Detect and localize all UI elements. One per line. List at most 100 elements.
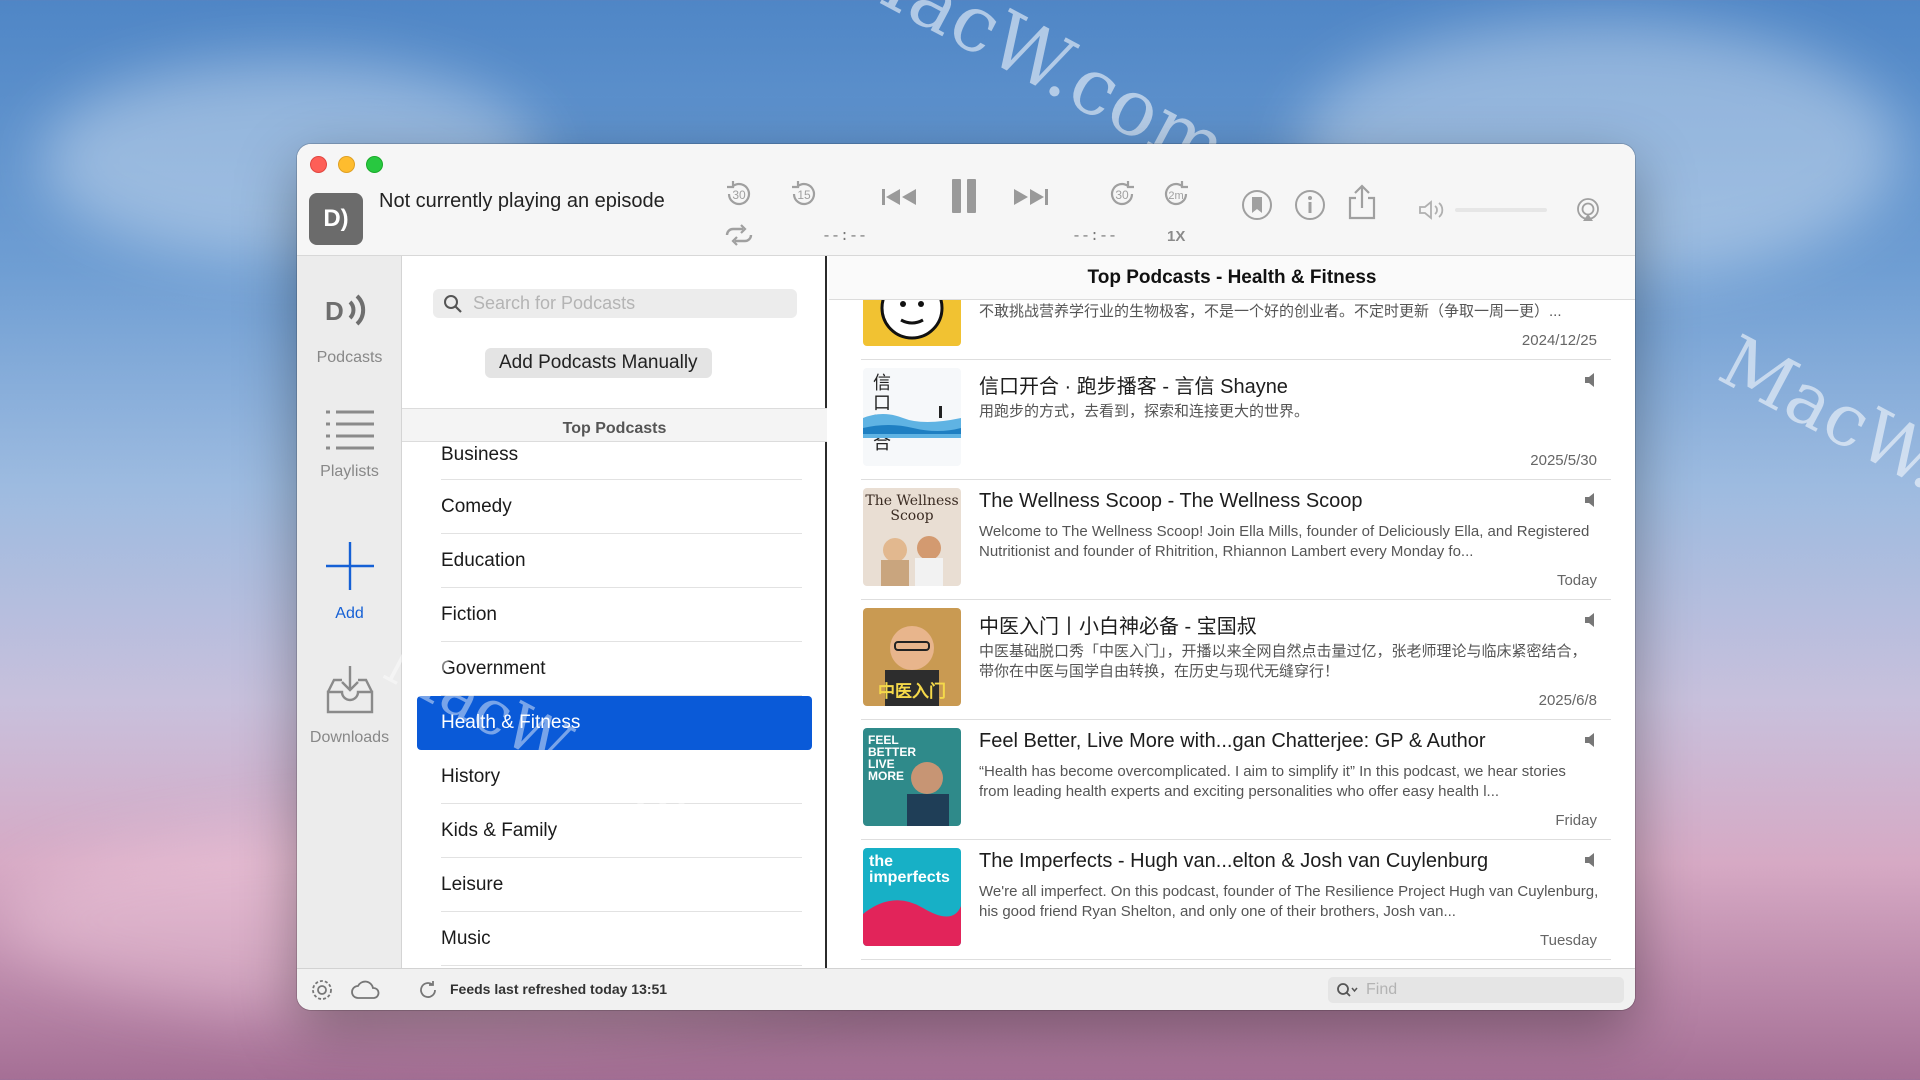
maximize-window-button[interactable] <box>366 156 383 173</box>
search-icon <box>444 294 462 313</box>
plus-icon <box>325 542 374 590</box>
preview-speaker-icon[interactable] <box>1583 612 1599 633</box>
feeds-refresh-status: Feeds last refreshed today 13:51 <box>450 981 668 997</box>
search-icon <box>1337 983 1358 997</box>
results-title: Top Podcasts - Health & Fitness <box>829 256 1635 300</box>
podcast-list: 我是宋卅京，欢迎来到我的播客。一个热衷于改变世界的主播，不是一个好的产品经理。一… <box>861 300 1611 968</box>
pause-icon <box>952 179 976 213</box>
podcast-row[interactable]: 信口开合 信口开合 · 跑步播客 - 言信 Shayne 用跑步的方式，去看到，… <box>861 360 1611 480</box>
podcast-artwork: The Wellness Scoop <box>863 488 961 586</box>
podcast-description: “Health has become overcomplicated. I ai… <box>979 763 1566 800</box>
skip-forward-30-button[interactable]: 30 <box>1104 176 1140 212</box>
podcast-title: 中医入门丨小白神必备 - 宝国叔 <box>979 616 1257 638</box>
cloud-icon <box>351 980 380 999</box>
info-button[interactable] <box>1293 188 1327 222</box>
category-item[interactable]: Music <box>417 912 812 966</box>
find-field[interactable] <box>1328 977 1624 1003</box>
category-item[interactable]: Fiction <box>417 588 812 642</box>
category-item[interactable]: Business <box>417 442 812 480</box>
sidebar-item-playlists[interactable]: Playlists <box>297 406 402 481</box>
podcast-row[interactable]: The Wellness Scoop The Wellness Scoop - … <box>861 480 1611 600</box>
category-item[interactable]: Comedy <box>417 480 812 534</box>
sidebar: D Podcasts Playlists Add Downloads <box>297 256 402 968</box>
search-input[interactable] <box>473 293 773 314</box>
podcast-row[interactable]: FEEL BETTER LIVE MORE Feel Better, Live … <box>861 720 1611 840</box>
category-pane: Add Podcasts Manually Top Podcasts Busin… <box>402 256 827 968</box>
bookmark-button[interactable] <box>1240 188 1274 222</box>
cloud-sync-button[interactable] <box>349 977 383 1003</box>
now-playing-label: Not currently playing an episode <box>379 190 665 212</box>
remaining-time: --:-- <box>1072 228 1118 245</box>
podcast-row[interactable]: 中医入门 中医入门丨小白神必备 - 宝国叔 中医基础脱口秀「中医入门」，开播以来… <box>861 600 1611 720</box>
preview-speaker-icon[interactable] <box>1583 372 1599 393</box>
refresh-button[interactable] <box>415 977 441 1003</box>
gear-icon <box>312 980 332 1000</box>
preview-speaker-icon[interactable] <box>1583 732 1599 753</box>
refresh-icon <box>420 981 436 998</box>
previous-button[interactable] <box>879 182 919 212</box>
skip-back-15-icon: 15 <box>792 181 816 206</box>
podcast-row[interactable]: the imperfects The Imperfects - Hugh van… <box>861 840 1611 960</box>
find-input[interactable] <box>1366 981 1606 999</box>
sidebar-item-label: Playlists <box>320 463 379 480</box>
preview-speaker-icon[interactable] <box>1583 852 1599 873</box>
skip-forward-2m-button[interactable]: 2m <box>1158 176 1194 212</box>
podcast-artwork: 信口开合 <box>863 368 961 466</box>
volume-icon <box>1417 198 1449 222</box>
elapsed-time: --:-- <box>822 228 868 245</box>
podcast-date: Friday <box>1555 812 1597 829</box>
skip-back-15-text: 15 <box>797 188 811 202</box>
app-icon-text: D) <box>323 205 349 232</box>
sidebar-item-add[interactable]: Add <box>297 538 402 623</box>
sidebar-item-label: Add <box>335 605 364 622</box>
podcast-title: Feel Better, Live More with...gan Chatte… <box>979 730 1486 752</box>
downloads-icon <box>326 666 373 714</box>
sidebar-item-label: Downloads <box>309 729 390 746</box>
skip-back-15-button[interactable]: 15 <box>786 176 822 212</box>
skip-back-30-icon: 30 <box>727 181 751 206</box>
volume-slider[interactable] <box>1455 208 1547 212</box>
pause-button[interactable] <box>947 174 981 218</box>
bookmark-icon <box>1242 190 1272 220</box>
podcast-date: 2024/12/25 <box>1521 332 1597 349</box>
list-icon <box>325 410 374 450</box>
repeat-button[interactable] <box>721 222 757 248</box>
airplay-icon <box>1577 198 1599 221</box>
skip-forward-2m-text: 2m <box>1168 190 1183 202</box>
podcast-title: 信口开合 · 跑步播客 - 言信 Shayne <box>979 376 1288 398</box>
player-toolbar: D) Not currently playing an episode 30 1… <box>297 144 1635 256</box>
podcast-title: The Imperfects - Hugh van...elton & Josh… <box>979 850 1489 872</box>
category-item[interactable]: Leisure <box>417 858 812 912</box>
watermark: MacW.c <box>1706 318 1920 526</box>
minimize-window-button[interactable] <box>338 156 355 173</box>
podcast-search[interactable] <box>433 289 797 318</box>
skip-forward-2m-icon: 2m <box>1164 181 1188 206</box>
share-button[interactable] <box>1345 182 1379 222</box>
preview-speaker-icon[interactable] <box>1583 492 1599 513</box>
section-header: Top Podcasts <box>402 408 827 442</box>
podcast-date: 2025/5/30 <box>1530 452 1597 469</box>
skip-back-30-button[interactable]: 30 <box>721 176 757 212</box>
podcast-date: Today <box>1556 572 1597 589</box>
podcast-title: The Wellness Scoop - The Wellness Scoop <box>979 490 1363 512</box>
playback-speed[interactable]: 1X <box>1167 228 1185 245</box>
settings-button[interactable] <box>309 977 335 1003</box>
skip-back-30-text: 30 <box>732 188 746 202</box>
next-icon <box>1014 189 1048 205</box>
status-bar: Feeds last refreshed today 13:51 <box>297 968 1635 1010</box>
podcast-description: 中医基础脱口秀「中医入门」，开播以来全网自然点击量过亿，张老师理论与临床紧密结合… <box>979 643 1587 680</box>
svg-text:D: D <box>325 296 344 326</box>
previous-icon <box>882 189 916 205</box>
podcast-row[interactable]: 我是宋卅京，欢迎来到我的播客。一个热衷于改变世界的主播，不是一个好的产品经理。一… <box>861 300 1611 360</box>
podcast-description: We're all imperfect. On this podcast, fo… <box>979 883 1599 920</box>
category-item[interactable]: Education <box>417 534 812 588</box>
podcast-artwork-placeholder: D) <box>309 193 363 245</box>
app-window: D) Not currently playing an episode 30 1… <box>297 144 1635 1010</box>
next-button[interactable] <box>1011 182 1051 212</box>
close-window-button[interactable] <box>310 156 327 173</box>
airplay-button[interactable] <box>1574 196 1602 224</box>
sidebar-item-podcasts[interactable]: D Podcasts <box>297 282 402 367</box>
add-podcasts-manually-button[interactable]: Add Podcasts Manually <box>485 348 712 378</box>
podcast-description: Welcome to The Wellness Scoop! Join Ella… <box>979 523 1590 560</box>
podcast-date: 2025/6/8 <box>1538 692 1597 709</box>
